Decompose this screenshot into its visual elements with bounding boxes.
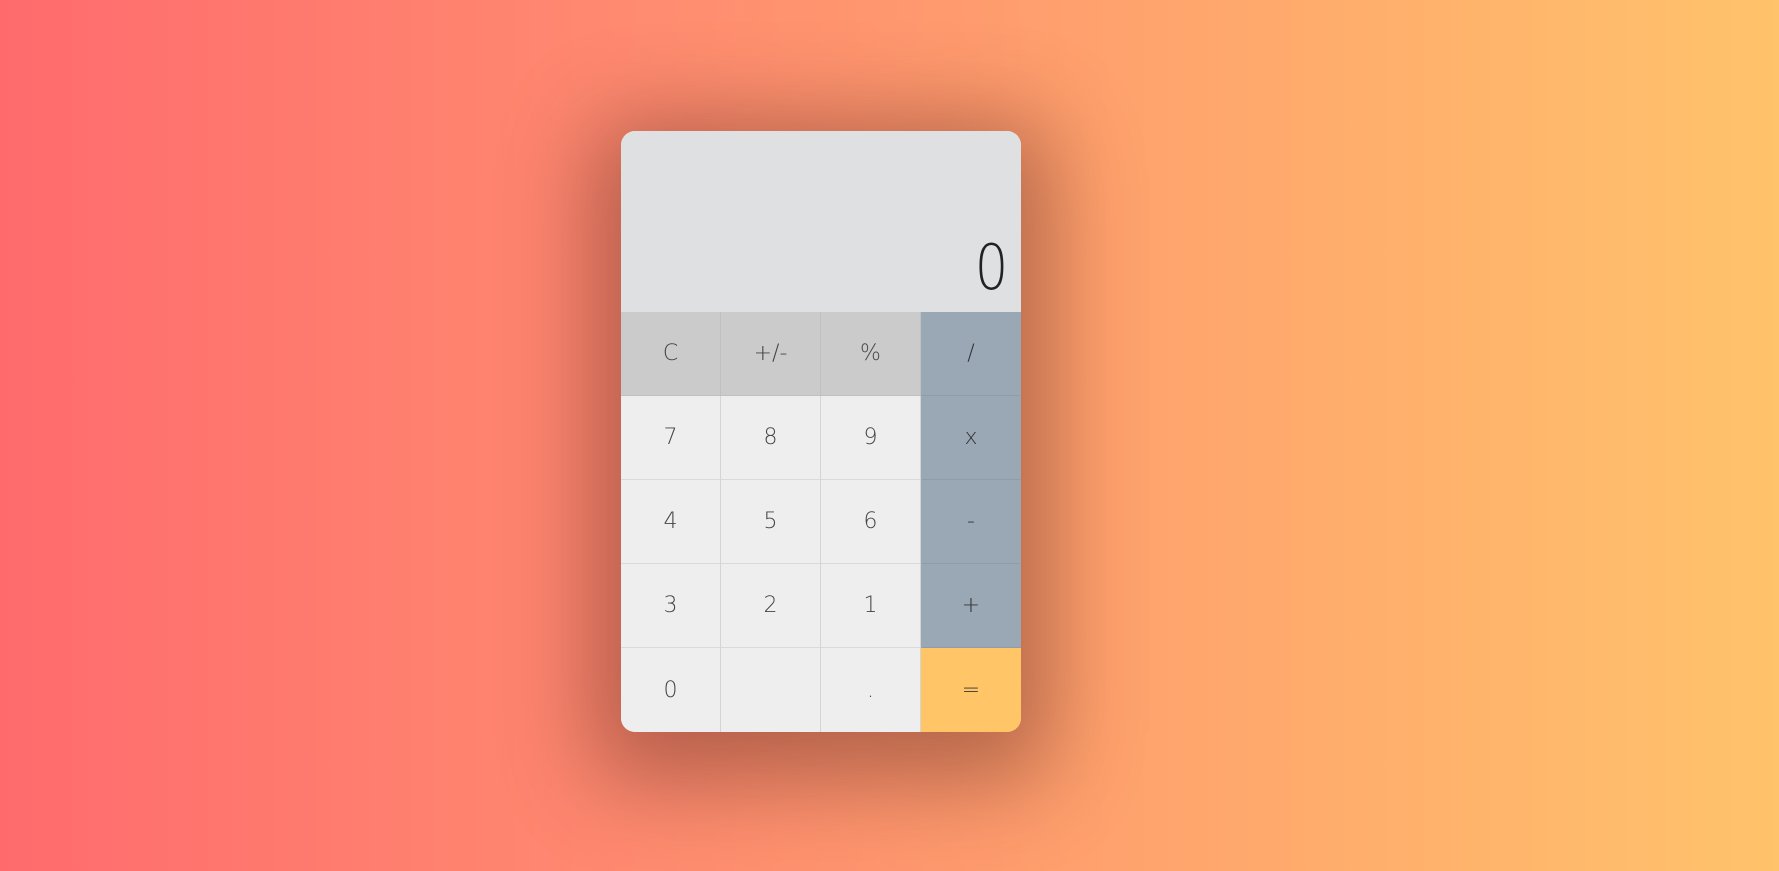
subtract-button[interactable]: - [921, 480, 1021, 564]
digit-2-button[interactable]: 2 [721, 564, 821, 648]
toggle-sign-button[interactable]: +/- [721, 312, 821, 396]
keypad: C +/- % / 7 8 9 x 4 5 6 - 3 2 1 + 0 . = [621, 312, 1021, 732]
digit-5-button[interactable]: 5 [721, 480, 821, 564]
digit-9-button[interactable]: 9 [821, 396, 921, 480]
percent-button[interactable]: % [821, 312, 921, 396]
digit-6-button[interactable]: 6 [821, 480, 921, 564]
divide-button[interactable]: / [921, 312, 1021, 396]
add-button[interactable]: + [921, 564, 1021, 648]
digit-3-button[interactable]: 3 [621, 564, 721, 648]
digit-0-button[interactable]: 0 [621, 648, 721, 732]
blank-button[interactable] [721, 648, 821, 732]
digit-1-button[interactable]: 1 [821, 564, 921, 648]
decimal-button[interactable]: . [821, 648, 921, 732]
display: 0 [621, 131, 1021, 312]
multiply-button[interactable]: x [921, 396, 1021, 480]
equals-button[interactable]: = [921, 648, 1021, 732]
digit-7-button[interactable]: 7 [621, 396, 721, 480]
digit-4-button[interactable]: 4 [621, 480, 721, 564]
clear-button[interactable]: C [621, 312, 721, 396]
display-value: 0 [974, 231, 1008, 304]
calculator: 0 C +/- % / 7 8 9 x 4 5 6 - 3 2 1 + 0 . … [621, 131, 1021, 732]
digit-8-button[interactable]: 8 [721, 396, 821, 480]
